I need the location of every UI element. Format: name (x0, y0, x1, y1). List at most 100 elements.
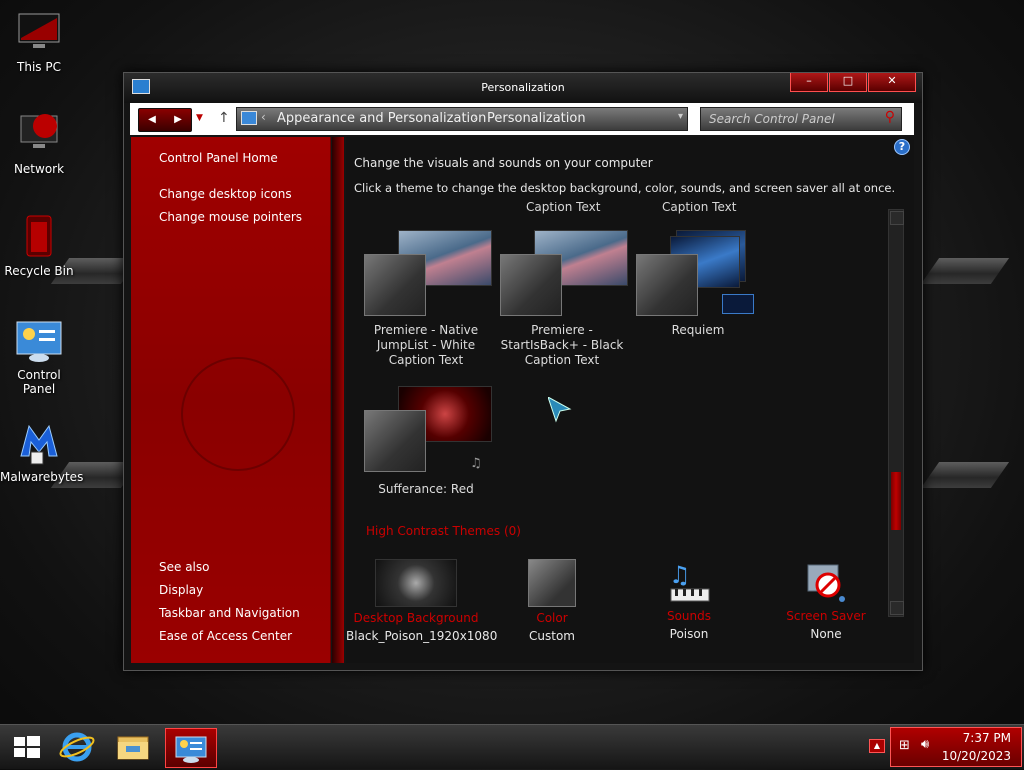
screen-saver-setting[interactable]: Screen Saver None (756, 559, 896, 641)
breadcrumb-item[interactable]: Appearance and Personalization (277, 111, 486, 126)
desktop-icon-label: This PC (17, 60, 61, 74)
link-taskbar-navigation[interactable]: Taskbar and Navigation (159, 606, 300, 620)
theme-tile[interactable]: Premiere - Native JumpList - White Capti… (358, 230, 494, 370)
high-contrast-themes-link[interactable]: High Contrast Themes (0) (366, 524, 521, 538)
theme-caption-partial: Caption Text (662, 202, 737, 214)
theme-name: Sufferance: Red (378, 482, 474, 496)
theme-name: Premiere - Native JumpList - White Capti… (373, 323, 479, 367)
back-icon[interactable]: ◀ (140, 110, 164, 130)
sounds-setting[interactable]: ♫ Sounds Poison (619, 559, 759, 641)
setting-value: None (810, 627, 842, 641)
search-icon[interactable]: ⚲ (885, 109, 895, 125)
control-panel-icon (241, 111, 257, 125)
theme-settings-bar: Desktop Background Black_Poison_1920x108… (346, 557, 914, 663)
theme-color-swatch (500, 254, 562, 316)
up-arrow-icon[interactable]: ↑ (218, 110, 230, 126)
scroll-thumb[interactable] (891, 472, 901, 530)
desktop-icon-label: Control Panel (17, 368, 61, 396)
theme-tile[interactable]: Premiere - StartIsBack+ - Black Caption … (494, 230, 630, 370)
link-change-mouse-pointers[interactable]: Change mouse pointers (159, 210, 302, 224)
theme-tile[interactable]: Requiem (630, 230, 766, 370)
setting-value: Black_Poison_1920x1080 (346, 629, 498, 643)
personalization-window: Personalization – □ ✕ ◀ ▶ ▼ ↑ ‹ Appearan… (123, 72, 923, 671)
link-display[interactable]: Display (159, 583, 203, 597)
link-ease-of-access[interactable]: Ease of Access Center (159, 629, 292, 643)
tray-overflow-icon[interactable]: ▲ (869, 739, 885, 753)
forward-icon[interactable]: ▶ (166, 110, 190, 130)
chevron-left-icon: ‹ (261, 110, 266, 124)
theme-color-swatch (364, 254, 426, 316)
title-bar[interactable]: Personalization – □ ✕ (124, 73, 922, 103)
theme-name: Premiere - StartIsBack+ - Black Caption … (500, 323, 624, 367)
system-tray: ⊞ 🔊︎ 7:37 PM 10/20/2023 (890, 727, 1022, 767)
theme-scrollbar[interactable] (888, 209, 904, 617)
desktop-icon-network[interactable]: Network (0, 110, 78, 176)
maximize-button[interactable]: □ (829, 73, 867, 92)
internet-explorer-button[interactable] (52, 728, 102, 766)
theme-sound-preview (722, 294, 754, 314)
link-control-panel-home[interactable]: Control Panel Home (159, 151, 278, 165)
search-box: ⚲ (700, 107, 902, 131)
close-button[interactable]: ✕ (868, 73, 916, 92)
link-change-desktop-icons[interactable]: Change desktop icons (159, 187, 292, 201)
mouse-cursor-icon (547, 395, 574, 426)
setting-value: Poison (669, 627, 709, 641)
desktop-decoration (920, 462, 1010, 488)
clock-time[interactable]: 7:37 PM (963, 731, 1011, 745)
desktop-background-setting[interactable]: Desktop Background Black_Poison_1920x108… (346, 559, 498, 643)
setting-value: Custom (529, 629, 575, 643)
setting-label[interactable]: Color (482, 611, 622, 625)
desktop-icon-recycle-bin[interactable]: Recycle Bin (0, 212, 78, 278)
file-explorer-button[interactable] (108, 728, 158, 766)
color-swatch (528, 559, 576, 607)
search-input[interactable] (707, 110, 876, 128)
setting-label[interactable]: Screen Saver (756, 609, 896, 623)
setting-label[interactable]: Desktop Background (346, 611, 486, 625)
clock-date[interactable]: 10/20/2023 (942, 749, 1011, 763)
network-icon (15, 110, 63, 158)
desktop-icon-control-panel[interactable]: Control Panel (0, 316, 78, 396)
breadcrumb[interactable]: ‹ Appearance and Personalization › Perso… (236, 107, 688, 131)
chevron-down-icon[interactable]: ▾ (678, 111, 683, 122)
folder-icon (117, 736, 149, 760)
start-button[interactable] (2, 728, 52, 766)
desktop-icon-this-pc[interactable]: This PC (0, 8, 78, 74)
chevron-right-icon: › (473, 110, 478, 124)
left-pane: Control Panel Home Change desktop icons … (131, 137, 344, 663)
desktop-icon-label: Malwarebytes (0, 470, 84, 484)
desktop-icon-label: Recycle Bin (4, 264, 74, 278)
theme-tile[interactable]: ♫ Sufferance: Red (358, 386, 494, 496)
desktop-icon-label: Network (13, 162, 65, 176)
recycle-bin-icon (15, 212, 63, 260)
control-panel-icon (15, 316, 63, 364)
windows-logo-icon (14, 736, 40, 758)
color-setting[interactable]: Color Custom (482, 559, 622, 643)
control-panel-icon (175, 736, 207, 763)
control-panel-taskbar-button[interactable] (165, 728, 217, 768)
main-content: ? Change the visuals and sounds on your … (346, 137, 914, 663)
breadcrumb-item[interactable]: Personalization (487, 111, 586, 126)
see-also-heading: See also (159, 560, 210, 574)
help-icon[interactable]: ? (894, 139, 910, 155)
svg-text:♫: ♫ (669, 561, 691, 589)
page-description: Click a theme to change the desktop back… (354, 181, 896, 195)
desktop-icon-malwarebytes[interactable]: Malwarebytes (0, 418, 84, 484)
nav-buttons: ◀ ▶ (138, 108, 192, 132)
caption-buttons: – □ ✕ (789, 73, 916, 93)
scroll-up-icon[interactable] (890, 211, 904, 225)
taskbar: ▲ ⊞ 🔊︎ 7:37 PM 10/20/2023 (0, 724, 1024, 769)
volume-icon[interactable]: 🔊︎ (921, 737, 929, 752)
theme-gallery: Caption Text Caption Text Premiere - Nat… (346, 202, 886, 542)
theme-color-swatch (364, 410, 426, 472)
setting-label[interactable]: Sounds (619, 609, 759, 623)
recent-pages-icon[interactable]: ▼ (196, 113, 203, 123)
minimize-button[interactable]: – (790, 73, 828, 92)
theme-caption-partial: Caption Text (526, 202, 601, 214)
address-toolbar: ◀ ▶ ▼ ↑ ‹ Appearance and Personalization… (130, 103, 914, 135)
network-status-icon[interactable]: ⊞ (899, 738, 910, 753)
malwarebytes-icon (15, 418, 63, 466)
desktop-decoration (920, 258, 1010, 284)
watermark-emblem (181, 357, 295, 471)
theme-sound-icon: ♫ (470, 456, 482, 471)
monitor-icon (15, 8, 63, 56)
